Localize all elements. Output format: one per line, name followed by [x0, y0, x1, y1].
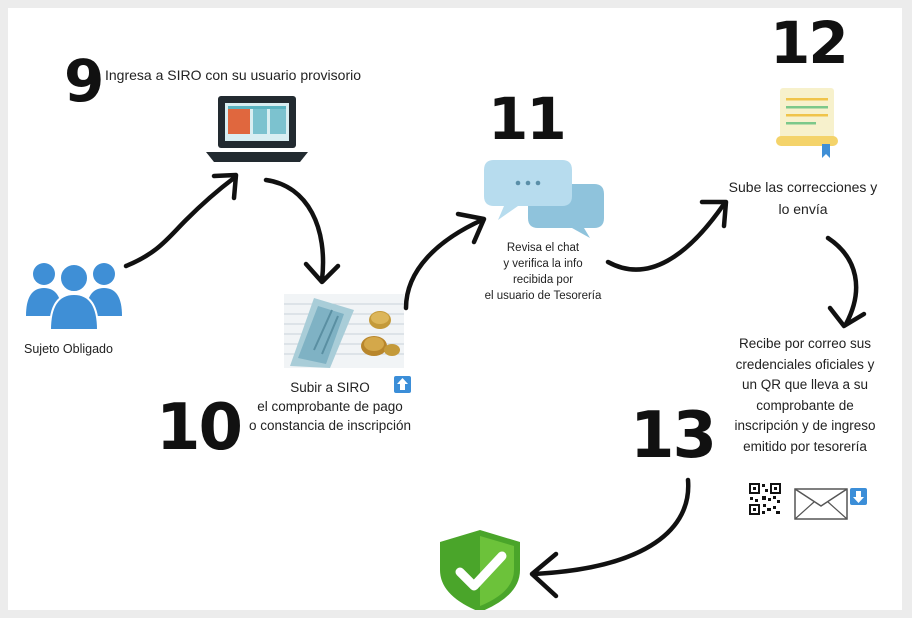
flow-diagram: 9 Ingresa a SIRO con su usuario provisor… [8, 8, 902, 610]
arrow-step-13-to-shield [529, 477, 691, 599]
shield-check-icon [440, 530, 520, 610]
